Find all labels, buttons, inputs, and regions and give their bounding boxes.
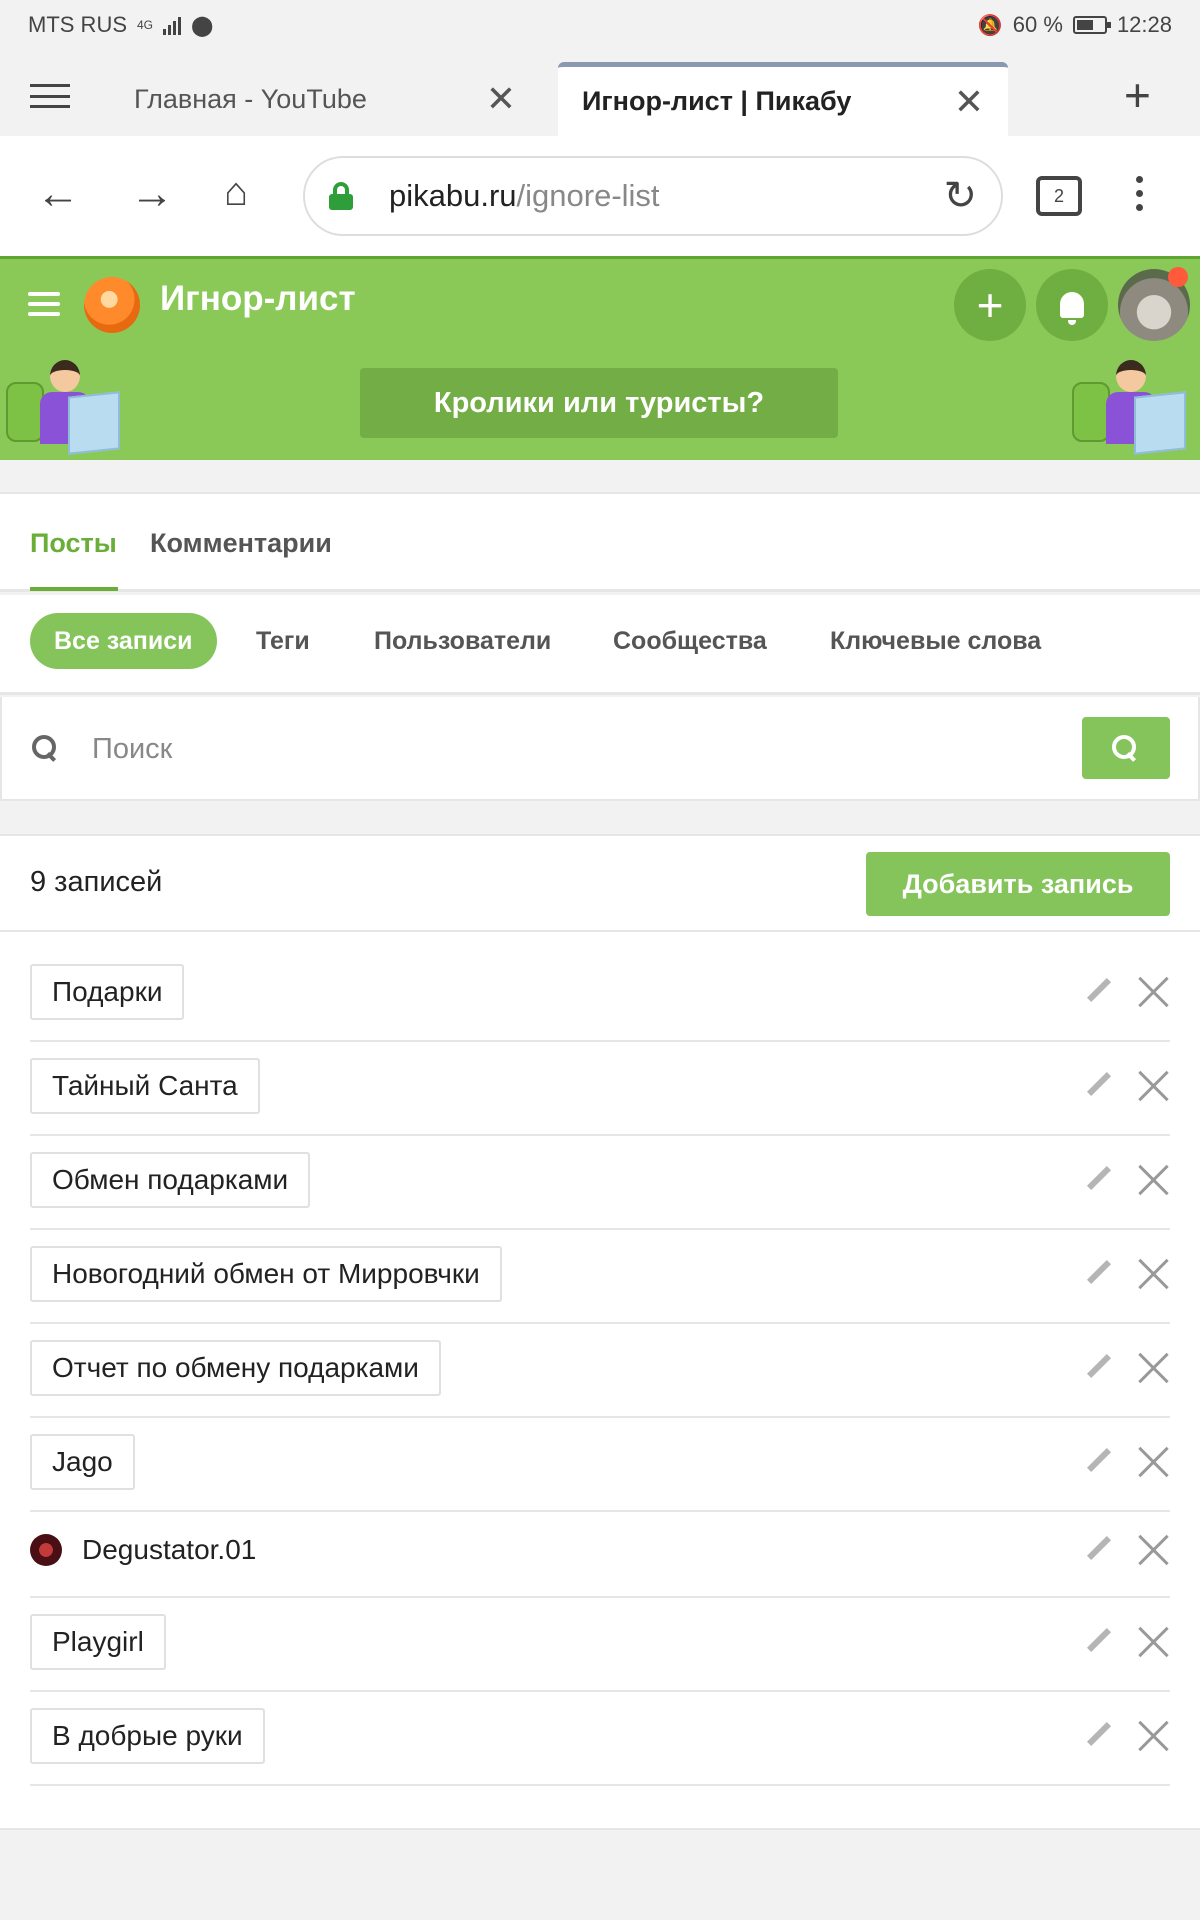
ignored-tag-chip[interactable]: Тайный Санта <box>30 1058 260 1114</box>
back-arrow-icon[interactable]: ← <box>36 172 80 216</box>
tab-menu-icon[interactable] <box>30 84 70 108</box>
ignored-tag-chip[interactable]: Подарки <box>30 964 185 1020</box>
edit-icon[interactable] <box>1086 1166 1112 1192</box>
list-item: Отчет по обмену подарками <box>30 1324 1170 1418</box>
edit-icon[interactable] <box>1086 1354 1112 1380</box>
add-post-button[interactable]: + <box>954 269 1026 341</box>
browser-tab-pikabu[interactable]: Игнор-лист | Пикабу ✕ <box>558 62 1008 136</box>
remove-icon[interactable] <box>1138 1070 1170 1102</box>
search-button[interactable] <box>1082 717 1170 779</box>
search-input[interactable] <box>92 723 1052 775</box>
mute-notifications-icon: 🔕 <box>977 14 1003 37</box>
ignored-tag-chip[interactable]: Отчет по обмену подарками <box>30 1340 441 1396</box>
ignored-user[interactable]: Degustator.01 <box>30 1522 256 1578</box>
signal-icon <box>163 15 182 35</box>
filter-users[interactable]: Пользователи <box>374 613 551 669</box>
filter-tags[interactable]: Теги <box>256 613 310 669</box>
list-item: Обмен подарками <box>30 1136 1170 1230</box>
edit-icon[interactable] <box>1086 1628 1112 1654</box>
lock-icon <box>329 182 353 210</box>
ignored-tag-chip[interactable]: В добрые руки <box>30 1708 265 1764</box>
location-icon: ⬤ <box>191 14 214 37</box>
network-type: 4G <box>137 18 154 32</box>
notification-dot <box>1168 267 1188 287</box>
remove-icon[interactable] <box>1138 1720 1170 1752</box>
remove-icon[interactable] <box>1138 976 1170 1008</box>
browser-tab-youtube[interactable]: Главная - YouTube ✕ <box>110 62 540 136</box>
list-item: Подарки <box>30 948 1170 1042</box>
url-field[interactable]: pikabu.ru/ignore-list ↻ <box>303 156 1003 236</box>
home-icon[interactable]: ⌂ <box>224 172 248 212</box>
banner-button[interactable]: Кролики или туристы? <box>360 368 838 438</box>
remove-icon[interactable] <box>1138 1446 1170 1478</box>
tab-posts[interactable]: Посты <box>30 528 117 559</box>
ignored-tag-chip[interactable]: Jago <box>30 1434 135 1490</box>
search-icon <box>1112 735 1136 759</box>
url-text[interactable]: pikabu.ru/ignore-list <box>389 178 943 214</box>
browser-tab-strip: Главная - YouTube ✕ Игнор-лист | Пикабу … <box>0 50 1200 136</box>
battery-percent: 60 % <box>1012 12 1063 37</box>
list-item: Новогодний обмен от Мирровчки <box>30 1230 1170 1324</box>
browser-menu-icon[interactable] <box>1136 176 1143 211</box>
site-header: Игнор-лист + <box>0 256 1200 348</box>
edit-icon[interactable] <box>1086 1536 1112 1562</box>
browser-tab-title: Игнор-лист | Пикабу <box>582 86 852 116</box>
ignored-tag-chip[interactable]: Новогодний обмен от Мирровчки <box>30 1246 502 1302</box>
remove-icon[interactable] <box>1138 1352 1170 1384</box>
page-title: Игнор-лист <box>160 279 356 318</box>
edit-icon[interactable] <box>1086 1072 1112 1098</box>
edit-icon[interactable] <box>1086 978 1112 1004</box>
remove-icon[interactable] <box>1138 1626 1170 1658</box>
records-count: 9 записей <box>30 866 163 898</box>
traveler-illustration <box>6 360 126 460</box>
tab-comments[interactable]: Комментарии <box>150 528 332 559</box>
list-item: Playgirl <box>30 1598 1170 1692</box>
list-item: Jago <box>30 1418 1170 1512</box>
add-record-button[interactable]: Добавить запись <box>866 852 1170 916</box>
close-tab-icon[interactable]: ✕ <box>954 81 984 123</box>
notifications-button[interactable] <box>1036 269 1108 341</box>
ignored-user-name: Degustator.01 <box>82 1534 257 1565</box>
promo-banner: Кролики или туристы? <box>0 348 1200 460</box>
clock: 12:28 <box>1116 12 1172 37</box>
edit-icon[interactable] <box>1086 1448 1112 1474</box>
user-avatar <box>30 1534 62 1566</box>
site-menu-icon[interactable] <box>28 292 60 316</box>
edit-icon[interactable] <box>1086 1260 1112 1286</box>
plus-icon: + <box>976 279 1004 331</box>
filter-bar: Все записи Теги Пользователи Сообщества … <box>0 595 1200 695</box>
remove-icon[interactable] <box>1138 1164 1170 1196</box>
content-tabs: Посты Комментарии <box>0 492 1200 592</box>
filter-communities[interactable]: Сообщества <box>613 613 767 669</box>
filter-keywords[interactable]: Ключевые слова <box>830 613 1041 669</box>
list-item: В добрые руки <box>30 1692 1170 1786</box>
traveler-illustration <box>1072 360 1192 460</box>
ignored-tag-chip[interactable]: Playgirl <box>30 1614 166 1670</box>
edit-icon[interactable] <box>1086 1722 1112 1748</box>
pikabu-logo[interactable] <box>84 277 140 333</box>
ignore-list: 9 записей Добавить запись Подарки Тайный … <box>0 834 1200 1830</box>
browser-tab-title: Главная - YouTube <box>134 83 367 114</box>
tab-switcher-button[interactable]: 2 <box>1036 176 1082 216</box>
battery-icon <box>1072 16 1111 34</box>
list-item: Degustator.01 <box>30 1512 1170 1598</box>
forward-arrow-icon[interactable]: → <box>130 172 174 216</box>
list-item: Тайный Санта <box>30 1042 1170 1136</box>
address-bar: ← → ⌂ pikabu.ru/ignore-list ↻ 2 <box>0 136 1200 256</box>
filter-all[interactable]: Все записи <box>30 613 217 669</box>
new-tab-icon[interactable]: + <box>1124 68 1151 122</box>
carrier-label: MTS RUS <box>28 12 127 37</box>
ignored-tag-chip[interactable]: Обмен подарками <box>30 1152 311 1208</box>
active-tab-underline <box>30 587 118 591</box>
status-bar: MTS RUS 4G ⬤ 🔕 60 % 12:28 <box>0 0 1200 50</box>
bell-icon <box>1060 292 1084 325</box>
remove-icon[interactable] <box>1138 1258 1170 1290</box>
close-tab-icon[interactable]: ✕ <box>486 78 516 120</box>
list-header: 9 записей Добавить запись <box>0 836 1200 932</box>
search-icon <box>32 735 56 759</box>
reload-icon[interactable]: ↻ <box>943 173 977 219</box>
search-row <box>0 697 1200 801</box>
remove-icon[interactable] <box>1138 1534 1170 1566</box>
